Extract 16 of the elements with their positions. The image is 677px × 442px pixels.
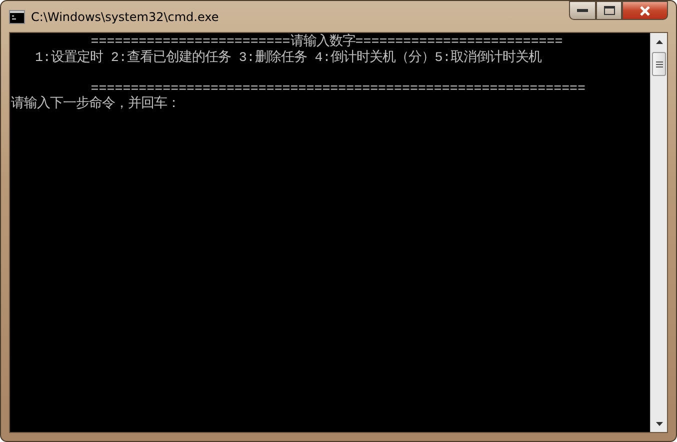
- console-line: ==============================================================: [90, 80, 587, 96]
- console-icon: [9, 10, 25, 24]
- scroll-up-icon[interactable]: [656, 40, 662, 44]
- window-title: C:\Windows\system32\cmd.exe: [31, 8, 219, 26]
- maximize-button[interactable]: [596, 1, 622, 20]
- console-line: 1:设置定时 2:查看已创建的任务 3:删除任务 4:倒计时关机（分）5:取消倒计时关机: [34, 50, 543, 65]
- close-icon: [639, 6, 651, 16]
- console-line: 请输入下一步命令，并回车：: [11, 96, 181, 112]
- scroll-thumb[interactable]: [652, 52, 666, 76]
- minimize-button[interactable]: [569, 1, 596, 20]
- scroll-down-icon[interactable]: [656, 422, 662, 426]
- minimize-icon: [577, 8, 588, 12]
- console-line: =========================请输入数字==========================: [90, 34, 564, 50]
- scroll-bar[interactable]: [650, 33, 667, 432]
- maximize-icon: [604, 6, 614, 15]
- close-button[interactable]: [622, 1, 668, 20]
